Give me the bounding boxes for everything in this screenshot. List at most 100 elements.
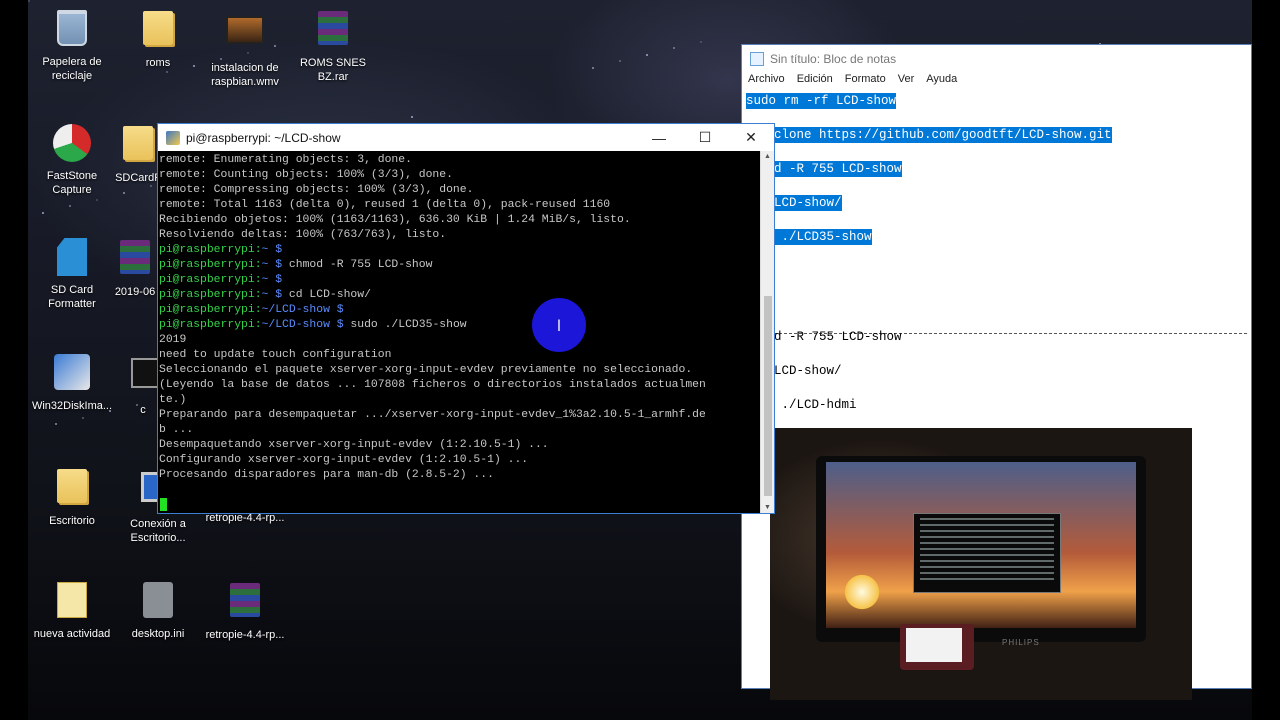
star	[41, 211, 44, 214]
star	[68, 205, 71, 208]
desktop-icon-win32diskimager[interactable]: Win32DiskIma...	[29, 352, 115, 413]
terminal-line: Resolviendo deltas: 100% (763/763), list…	[159, 229, 447, 241]
prompt-user: pi@raspberrypi	[159, 319, 255, 331]
prompt-command: cd LCD-show/	[282, 289, 371, 301]
prompt-user: pi@raspberrypi	[159, 259, 255, 271]
faststone-icon	[52, 124, 92, 164]
settings-file-icon	[138, 582, 178, 622]
terminal-scrollbar[interactable]: ▲ ▼	[760, 151, 774, 513]
star	[591, 66, 594, 69]
desktop-icon-sd-formatter[interactable]: SD Card Formatter	[29, 237, 115, 311]
desktop-icon-label: Papelera de reciclaje	[42, 56, 102, 82]
scrollbar-thumb[interactable]	[764, 296, 772, 496]
desktop-icon-label: roms	[145, 57, 171, 69]
selected-line: clone https://github.com/goodtft/LCD-sho…	[774, 127, 1112, 143]
terminal-cursor	[160, 498, 167, 511]
selected-line: d -R 755 LCD-show	[774, 161, 902, 177]
photo-terminal	[913, 513, 1061, 593]
desktop-icon-label: Conexión a Escritorio...	[130, 518, 186, 544]
prompt-path: ~ $	[261, 274, 283, 286]
prompt-user: pi@raspberrypi	[159, 274, 255, 286]
desktop-icon-retropie-2[interactable]: retropie-4.4-rp...	[202, 580, 288, 642]
desktop-icon-faststone[interactable]: FastStone Capture	[29, 123, 115, 197]
close-button[interactable]: ✕	[728, 124, 774, 151]
star	[618, 60, 621, 63]
putty-title: pi@raspberrypi: ~/LCD-show	[186, 130, 341, 145]
prompt-path: ~ $	[261, 289, 283, 301]
terminal-line: 2019	[159, 334, 187, 346]
desktop-icon-label: ROMS SNES BZ.rar	[299, 57, 366, 83]
desktop-icon-2019-folder[interactable]: 2019-06	[110, 237, 160, 299]
notepad-menu-bar: Archivo Edición Formato Ver Ayuda	[742, 73, 1251, 91]
terminal-output[interactable]: remote: Enumerating objects: 3, done. rem…	[159, 153, 759, 513]
desktop-icon-cmd[interactable]: c	[128, 352, 165, 417]
mouse-highlight-cursor: I	[532, 298, 586, 352]
desktop-icon-label: SDCardF	[115, 172, 161, 184]
desktop-icon-label: Win32DiskIma...	[31, 400, 113, 412]
prompt-user: pi@raspberrypi	[159, 244, 255, 256]
desktop-icon-recycle-bin[interactable]: Papelera de reciclaje	[29, 8, 115, 83]
star	[699, 40, 702, 43]
star	[28, 0, 30, 2]
scroll-down-icon[interactable]: ▼	[764, 504, 771, 511]
selected-line: sudo rm -rf LCD-show	[746, 93, 897, 109]
prompt-user: pi@raspberrypi	[159, 304, 255, 316]
recycle-bin-icon	[52, 10, 92, 50]
terminal-line: remote: Compressing objects: 100% (3/3),…	[159, 184, 474, 196]
terminal-line: Desempaquetando xserver-xorg-input-evdev…	[159, 439, 549, 451]
desktop-icon-escritorio[interactable]: Escritorio	[29, 466, 115, 528]
terminal-line: remote: Enumerating objects: 3, done.	[159, 154, 412, 166]
selected-line: ./LCD35-show	[774, 229, 872, 245]
prompt-command: chmod -R 755 LCD-show	[282, 259, 433, 271]
terminal-line: pi@raspberrypi:~ $	[159, 274, 283, 286]
terminal-line: pi@raspberrypi:~ $ cd LCD-show/	[159, 289, 371, 301]
desktop-icon-desktop-ini[interactable]: desktop.ini	[115, 580, 201, 641]
archive-icon	[313, 11, 353, 51]
star	[55, 423, 57, 426]
desktop-icon-instalacion-video[interactable]: instalacion de raspbian.wmv	[202, 8, 288, 89]
terminal-line: pi@raspberrypi:~ $	[159, 244, 283, 256]
star	[411, 116, 413, 119]
prompt-user: pi@raspberrypi	[159, 289, 255, 301]
putty-terminal-window[interactable]: pi@raspberrypi: ~/LCD-show — ☐ ✕ remote:…	[157, 123, 775, 514]
desktop-icon-label: FastStone Capture	[46, 170, 98, 196]
archive-icon	[225, 583, 265, 623]
star	[165, 71, 168, 74]
star	[672, 47, 675, 50]
sd-card-icon	[52, 238, 92, 278]
scroll-up-icon[interactable]: ▲	[764, 153, 771, 160]
desktop-icon-nueva-actividad[interactable]: nueva actividad	[29, 580, 115, 641]
camera-photo-overlay: PHILIPS	[770, 428, 1192, 700]
menu-ayuda[interactable]: Ayuda	[926, 73, 957, 91]
desktop-icon-label: retropie-4.4-rp...	[205, 629, 285, 641]
star	[149, 185, 152, 188]
menu-formato[interactable]: Formato	[845, 73, 886, 91]
putty-title-bar[interactable]: pi@raspberrypi: ~/LCD-show — ☐ ✕	[158, 124, 774, 151]
terminal-line: pi@raspberrypi:~/LCD-show $	[159, 304, 344, 316]
terminal-line: Configurando xserver-xorg-input-evdev (1…	[159, 454, 529, 466]
notepad-icon	[750, 52, 764, 66]
desktop-icon-label: Escritorio	[49, 515, 95, 527]
star	[122, 191, 125, 194]
desktop-icon-label: SD Card Formatter	[48, 284, 96, 310]
folder-icon	[138, 11, 178, 51]
notepad-title: Sin título: Bloc de notas	[770, 52, 897, 66]
photo-brand-label: PHILIPS	[1002, 638, 1040, 647]
notepad-title-bar[interactable]: Sin título: Bloc de notas	[742, 45, 1251, 73]
terminal-line: Procesando disparadores para man-db (2.8…	[159, 469, 494, 481]
star	[82, 416, 84, 419]
menu-archivo[interactable]: Archivo	[748, 73, 785, 91]
terminal-line: te.)	[159, 394, 187, 406]
desktop-icon-roms-snes[interactable]: ROMS SNES BZ.rar	[290, 8, 376, 84]
minimize-button[interactable]: —	[636, 124, 682, 151]
maximize-button[interactable]: ☐	[682, 124, 728, 151]
desktop-icon-label: instalacion de raspbian.wmv	[211, 62, 279, 88]
terminal-line: b ...	[159, 424, 194, 436]
letterbox-right	[1252, 0, 1280, 720]
desktop-icon-label: c	[140, 404, 146, 416]
menu-ver[interactable]: Ver	[898, 73, 915, 91]
desktop-icon-roms[interactable]: roms	[115, 8, 201, 70]
text-line: LCD-show/	[774, 364, 842, 378]
menu-edicion[interactable]: Edición	[797, 73, 833, 91]
prompt-path: ~/LCD-show $	[261, 304, 344, 316]
